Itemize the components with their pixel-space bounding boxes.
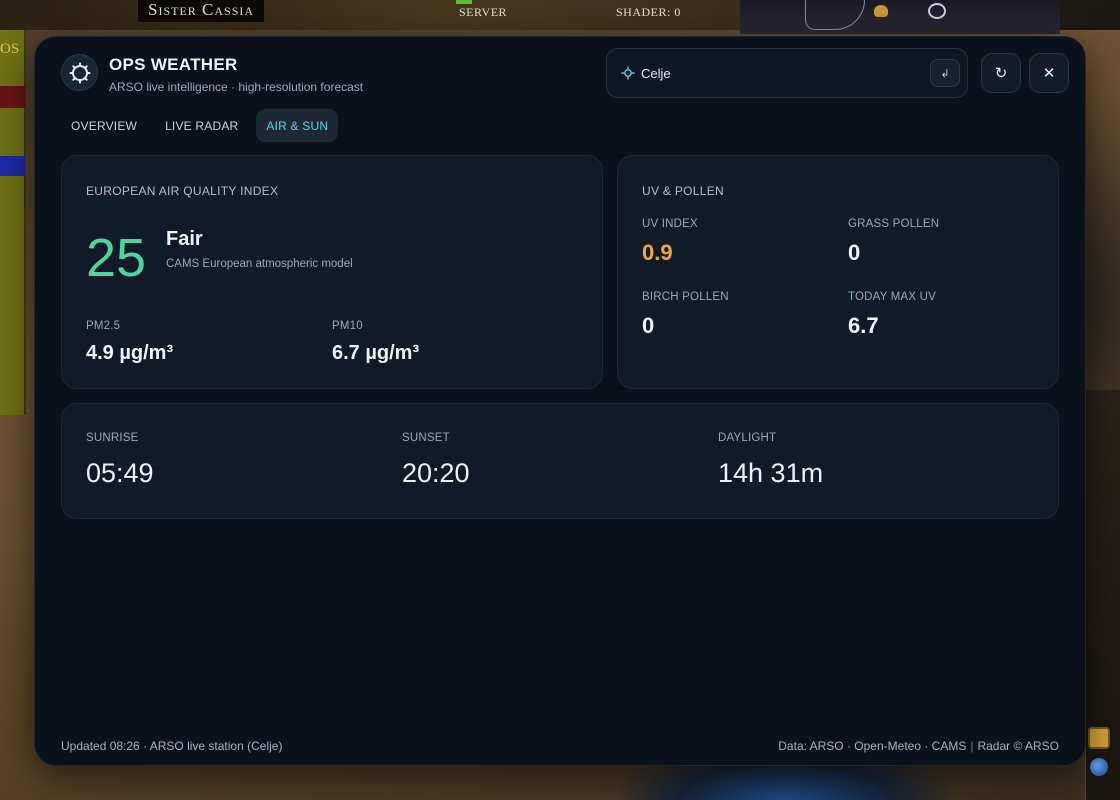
footer-separator: | [970,739,974,753]
search-input[interactable] [641,61,921,85]
sunrise-value: 05:49 [86,458,154,488]
location-pin-icon [621,66,635,80]
data-sources-text: Data: ARSO · Open-Meteo · CAMS [778,739,967,753]
side-panel-red-bar [0,86,26,108]
sun-gear-icon [61,54,98,91]
game-side-panel [0,30,26,415]
air-quality-card: EUROPEAN AIR QUALITY INDEX 25 Fair CAMS … [61,155,603,389]
daylight-label: DAYLIGHT [718,432,777,444]
search-submit-button[interactable]: ↲ [930,59,960,87]
refresh-icon: ↻ [994,65,1008,82]
tab-air-sun[interactable]: AIR & SUN [256,109,339,142]
sunrise-label: SUNRISE [86,432,139,444]
grass-pollen-value: 0 [848,240,861,265]
app-title: OPS WEATHER [109,55,238,74]
app-subtitle: ARSO live intelligence · high-resolution… [109,80,364,94]
aqi-model: CAMS European atmospheric model [166,258,353,270]
uv-index-value: 0.9 [642,240,673,265]
weather-panel: OPS WEATHER ARSO live intelligence · hig… [34,36,1086,766]
aqi-rating: Fair [166,228,203,250]
birch-pollen-label: BIRCH POLLEN [642,291,729,303]
sunset-value: 20:20 [402,458,470,488]
pm10-label: PM10 [332,320,363,332]
game-minimap [740,0,1060,34]
max-uv-value: 6.7 [848,313,879,338]
lock-icon[interactable] [1088,727,1110,749]
grass-pollen-label: GRASS POLLEN [848,218,940,230]
character-name-plate: Sister Cassia [138,0,265,22]
pm25-value: 4.9 µg/m³ [86,342,174,364]
side-panel-text: OS [0,41,20,57]
uv-pollen-title: UV & POLLEN [642,184,724,198]
server-status-indicator [456,0,472,4]
eye-icon[interactable] [928,3,946,19]
pm10-value: 6.7 µg/m³ [332,342,420,364]
server-label: SERVER [459,5,508,19]
crown-icon[interactable] [874,5,888,17]
tab-live-radar[interactable]: LIVE RADAR [155,109,248,142]
shader-label: SHADER: 0 [616,5,681,19]
globe-icon[interactable] [1090,758,1108,776]
max-uv-label: TODAY MAX UV [848,291,937,303]
uv-pollen-card: UV & POLLEN UV INDEX 0.9 GRASS POLLEN 0 … [617,155,1059,389]
tab-overview[interactable]: OVERVIEW [61,109,147,142]
air-quality-title: EUROPEAN AIR QUALITY INDEX [86,184,279,198]
close-button[interactable]: ✕ [1029,53,1069,93]
uv-index-label: UV INDEX [642,218,698,230]
side-panel-blue-bar [0,156,26,176]
daylight-value: 14h 31m [718,458,824,488]
radar-credit: Radar © ARSO [977,739,1059,753]
aqi-value: 25 [86,228,147,288]
data-sources: Data: ARSO · Open-Meteo · CAMS | Radar © A… [778,739,1059,753]
sun-card: SUNRISE 05:49 SUNSET 20:20 DAYLIGHT 14h … [61,403,1059,519]
close-icon: ✕ [1042,65,1056,82]
location-search: ↲ [606,48,968,98]
refresh-button[interactable]: ↻ [981,53,1021,93]
pm25-label: PM2.5 [86,320,121,332]
tab-bar: OVERVIEW LIVE RADAR AIR & SUN [61,109,339,142]
birch-pollen-value: 0 [642,313,655,338]
updated-status: Updated 08:26 · ARSO live station (Celje… [61,739,283,753]
sunset-label: SUNSET [402,432,450,444]
